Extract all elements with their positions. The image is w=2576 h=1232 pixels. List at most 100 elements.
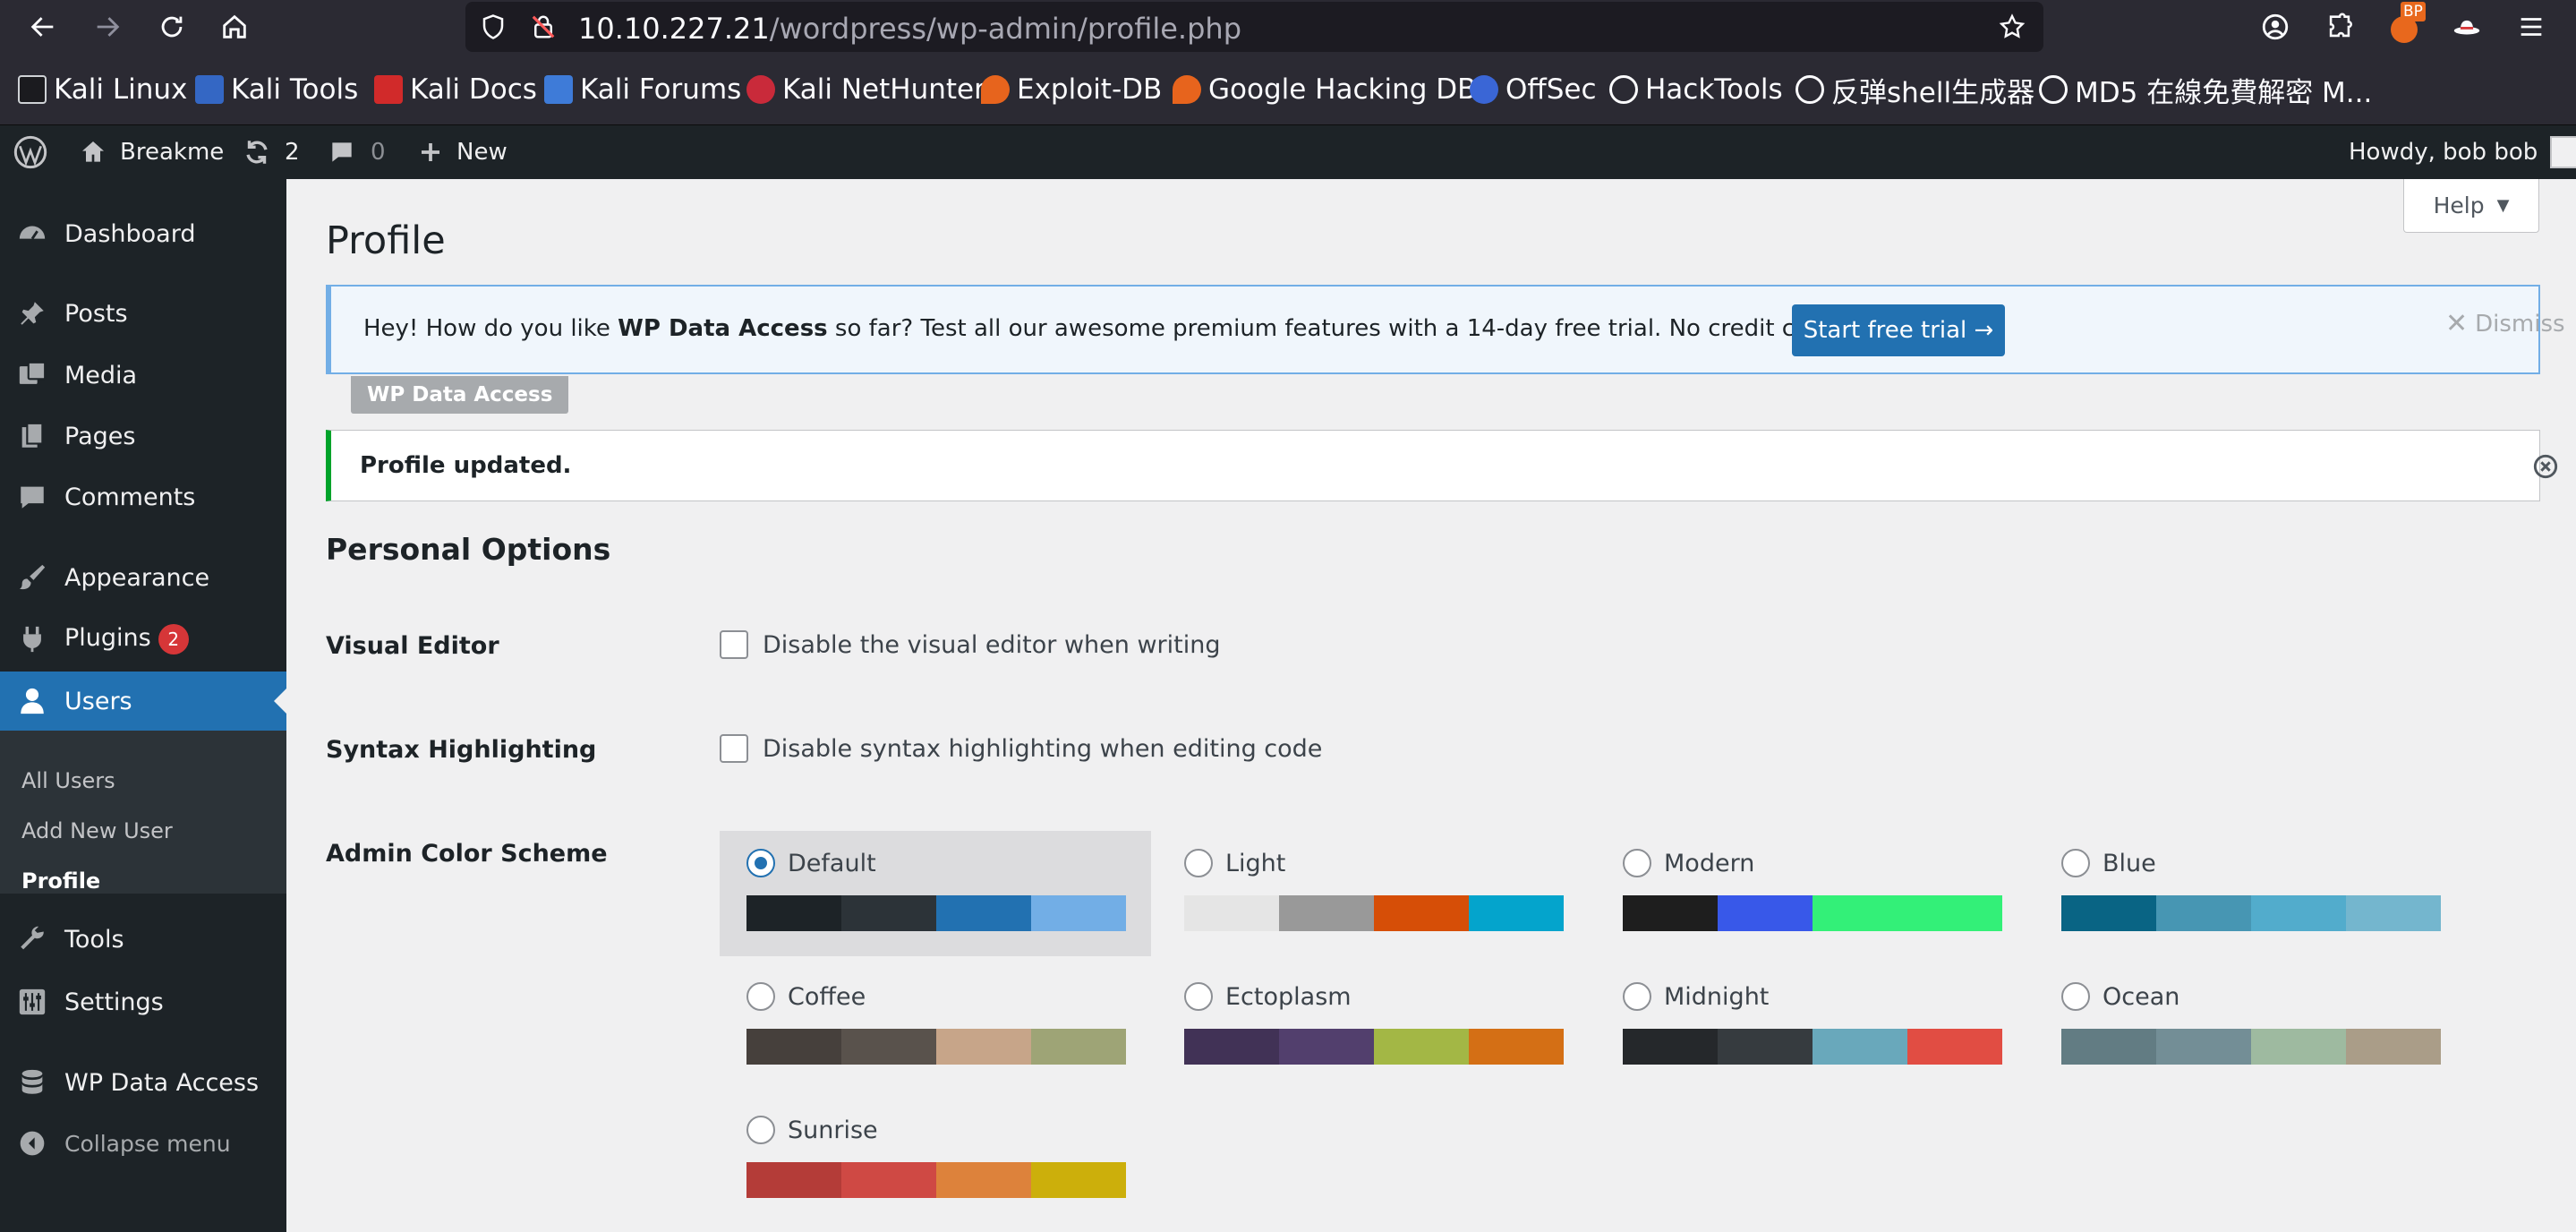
color-scheme-radio[interactable] bbox=[1623, 849, 1651, 877]
sidebar-item-media[interactable]: Media bbox=[0, 346, 286, 405]
sidebar-item-tools[interactable]: Tools bbox=[0, 910, 286, 969]
collapse-menu-button[interactable]: Collapse menu bbox=[0, 1114, 286, 1173]
nethunter-icon bbox=[746, 75, 775, 104]
color-scheme-ocean[interactable]: Ocean bbox=[2034, 964, 2466, 1090]
bookmark-label: Exploit-DB bbox=[1017, 73, 1163, 106]
color-scheme-light[interactable]: Light bbox=[1157, 831, 1589, 956]
color-scheme-radio[interactable] bbox=[746, 1116, 775, 1144]
color-scheme-name: Ectoplasm bbox=[1225, 982, 1352, 1011]
color-swatch bbox=[2156, 1029, 2251, 1065]
color-scheme-midnight[interactable]: Midnight bbox=[1596, 964, 2027, 1090]
bookmark-exploit-db[interactable]: Exploit-DB bbox=[981, 70, 1162, 109]
color-scheme-ectoplasm[interactable]: Ectoplasm bbox=[1157, 964, 1589, 1090]
privacy-hat-button[interactable] bbox=[2447, 7, 2486, 47]
sidebar-item-wp-data-access[interactable]: WP Data Access bbox=[0, 1053, 286, 1112]
plugin-icon bbox=[16, 623, 48, 655]
bookmark-kali-docs[interactable]: Kali Docs bbox=[374, 70, 537, 109]
color-swatch bbox=[2346, 895, 2441, 931]
main-content: Help ▼ Profile Hey! How do you like WP Da… bbox=[286, 179, 2576, 1232]
back-button[interactable] bbox=[23, 7, 63, 47]
updates-link[interactable]: 2 bbox=[242, 125, 300, 179]
color-scheme-radio[interactable] bbox=[746, 849, 775, 877]
bookmark-label: OffSec bbox=[1506, 73, 1597, 106]
submenu-profile[interactable]: Profile bbox=[21, 868, 100, 894]
color-scheme-radio[interactable] bbox=[1184, 982, 1213, 1011]
sidebar-item-users[interactable]: Users bbox=[0, 672, 286, 731]
reload-button[interactable] bbox=[152, 7, 192, 47]
bookmark-label: Kali Docs bbox=[410, 73, 537, 106]
color-scheme-head: Default bbox=[746, 849, 876, 877]
sidebar-item-label: Comments bbox=[64, 483, 196, 511]
color-scheme-name: Blue bbox=[2103, 849, 2156, 877]
comments-link[interactable]: 0 bbox=[328, 125, 386, 179]
sidebar-item-appearance[interactable]: Appearance bbox=[0, 548, 286, 607]
md5-site-icon bbox=[2039, 75, 2068, 104]
syntax-highlighting-option[interactable]: Disable syntax highlighting when editing… bbox=[720, 734, 1322, 763]
bookmark-hacktools[interactable]: HackTools bbox=[1609, 70, 1783, 109]
bookmark-reverse-shell[interactable]: 反弹shell生成器 bbox=[1796, 70, 2034, 109]
updates-icon bbox=[246, 141, 268, 164]
extensions-button[interactable] bbox=[2320, 7, 2359, 47]
bookmark-kali-tools[interactable]: Kali Tools bbox=[195, 70, 358, 109]
hamburger-icon bbox=[2521, 18, 2542, 36]
color-scheme-radio[interactable] bbox=[2061, 849, 2090, 877]
color-scheme-coffee[interactable]: Coffee bbox=[720, 964, 1151, 1090]
color-scheme-blue[interactable]: Blue bbox=[2034, 831, 2466, 956]
color-scheme-radio[interactable] bbox=[1184, 849, 1213, 877]
burp-extension-button[interactable]: BP bbox=[2384, 2, 2426, 47]
bookmark-md5[interactable]: MD5 在線免費解密 M... bbox=[2039, 70, 2372, 109]
bookmark-offsec[interactable]: OffSec bbox=[1470, 70, 1597, 109]
color-swatch bbox=[1469, 1029, 1564, 1065]
wordpress-logo-button[interactable] bbox=[13, 125, 48, 179]
color-scheme-label: Admin Color Scheme bbox=[326, 840, 608, 868]
forward-button[interactable] bbox=[88, 7, 127, 47]
color-scheme-default[interactable]: Default bbox=[720, 831, 1151, 956]
home-button[interactable] bbox=[215, 7, 254, 47]
puzzle-icon bbox=[2329, 13, 2352, 38]
site-name-link[interactable]: Breakme bbox=[79, 125, 224, 179]
sidebar-item-label: Settings bbox=[64, 988, 164, 1016]
visual-editor-option[interactable]: Disable the visual editor when writing bbox=[720, 630, 1220, 659]
kali-dragon-icon bbox=[18, 75, 47, 104]
avatar bbox=[2550, 136, 2576, 168]
kali-tools-icon bbox=[195, 75, 224, 104]
extension-badge: BP bbox=[2401, 2, 2426, 21]
color-swatch bbox=[1184, 895, 1279, 931]
bookmark-kali-linux[interactable]: Kali Linux bbox=[18, 70, 187, 109]
sidebar-item-plugins[interactable]: Plugins 2 bbox=[0, 610, 286, 669]
color-scheme-radio[interactable] bbox=[746, 982, 775, 1011]
dismiss-button[interactable]: ✕ Dismiss bbox=[2445, 308, 2565, 339]
sidebar-item-posts[interactable]: Posts bbox=[0, 284, 286, 343]
start-free-trial-button[interactable]: Start free trial → bbox=[1792, 304, 2005, 356]
syntax-highlighting-checkbox[interactable] bbox=[720, 734, 748, 763]
submenu-add-new-user[interactable]: Add New User bbox=[21, 818, 173, 843]
account-button[interactable] bbox=[2256, 7, 2295, 47]
bookmark-kali-forums[interactable]: Kali Forums bbox=[544, 70, 741, 109]
sidebar-item-pages[interactable]: Pages bbox=[0, 406, 286, 466]
my-account-link[interactable]: Howdy, bob bob bbox=[2349, 125, 2576, 179]
database-icon bbox=[16, 1066, 48, 1099]
sidebar-item-dashboard[interactable]: Dashboard bbox=[0, 204, 286, 263]
color-scheme-radio[interactable] bbox=[2061, 982, 2090, 1011]
app-menu-button[interactable] bbox=[2512, 7, 2551, 47]
url-bar[interactable]: 10.10.227.21/wordpress/wp-admin/profile.… bbox=[465, 2, 2043, 52]
new-content-link[interactable]: New bbox=[417, 125, 508, 179]
bookmark-kali-nethunter[interactable]: Kali NetHunter bbox=[746, 70, 985, 109]
color-scheme-head: Light bbox=[1184, 849, 1285, 877]
bookmark-google-hacking-db[interactable]: Google Hacking DB bbox=[1173, 70, 1476, 109]
color-swatches bbox=[746, 1029, 1126, 1065]
bookmark-star-icon[interactable] bbox=[1998, 13, 2026, 41]
submenu-all-users[interactable]: All Users bbox=[21, 768, 115, 793]
sidebar-item-label: Collapse menu bbox=[64, 1130, 231, 1157]
dismiss-circle-icon[interactable] bbox=[2533, 454, 2558, 479]
help-button[interactable]: Help ▼ bbox=[2403, 179, 2539, 233]
comment-icon bbox=[16, 481, 48, 513]
wp-data-access-tag: WP Data Access bbox=[351, 376, 569, 414]
color-swatch bbox=[2156, 895, 2251, 931]
sidebar-item-settings[interactable]: Settings bbox=[0, 972, 286, 1031]
color-scheme-modern[interactable]: Modern bbox=[1596, 831, 2027, 956]
sidebar-item-comments[interactable]: Comments bbox=[0, 467, 286, 526]
color-scheme-radio[interactable] bbox=[1623, 982, 1651, 1011]
color-scheme-sunrise[interactable]: Sunrise bbox=[720, 1098, 1151, 1223]
visual-editor-checkbox[interactable] bbox=[720, 630, 748, 659]
